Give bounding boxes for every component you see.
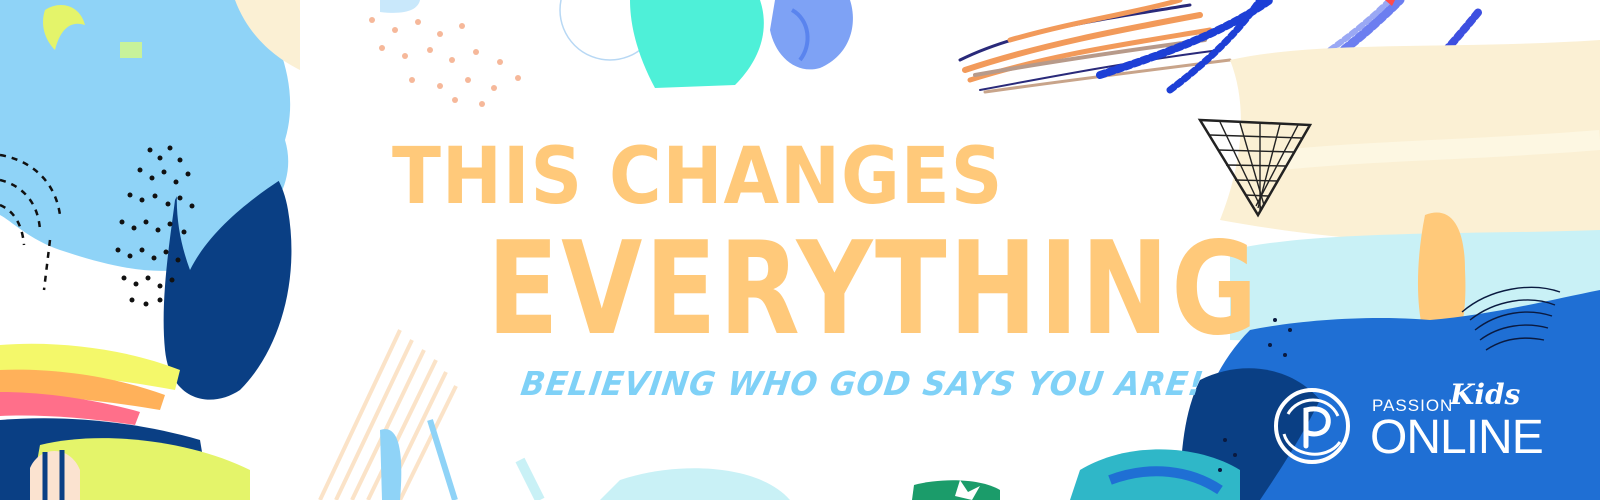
passion-kids-online-logo[interactable]: PASSION Kids ONLINE — [1270, 378, 1570, 468]
logo-kids-text: Kids — [1450, 378, 1521, 411]
paint-blob-aqua — [630, 0, 764, 88]
paint-blob-green-flag — [912, 480, 1000, 500]
paint-green-square — [120, 42, 142, 58]
paint-blob-periwinkle — [770, 0, 853, 70]
hero-banner: THIS CHANGES EVERYTHING BELIEVING WHO GO… — [0, 0, 1600, 500]
paint-blob-pale-blue-top — [380, 0, 420, 13]
peach-dot-pattern — [369, 17, 521, 107]
logo-online-text: ONLINE — [1370, 411, 1544, 464]
paint-blob-teal-bottom — [600, 468, 790, 500]
headline-line-1: THIS CHANGES — [392, 132, 1004, 222]
headline-line-2: EVERYTHING — [487, 215, 1260, 364]
tagline: BELIEVING WHO GOD SAYS YOU ARE! — [518, 364, 1207, 403]
passion-p-swirl-icon — [1274, 388, 1350, 464]
